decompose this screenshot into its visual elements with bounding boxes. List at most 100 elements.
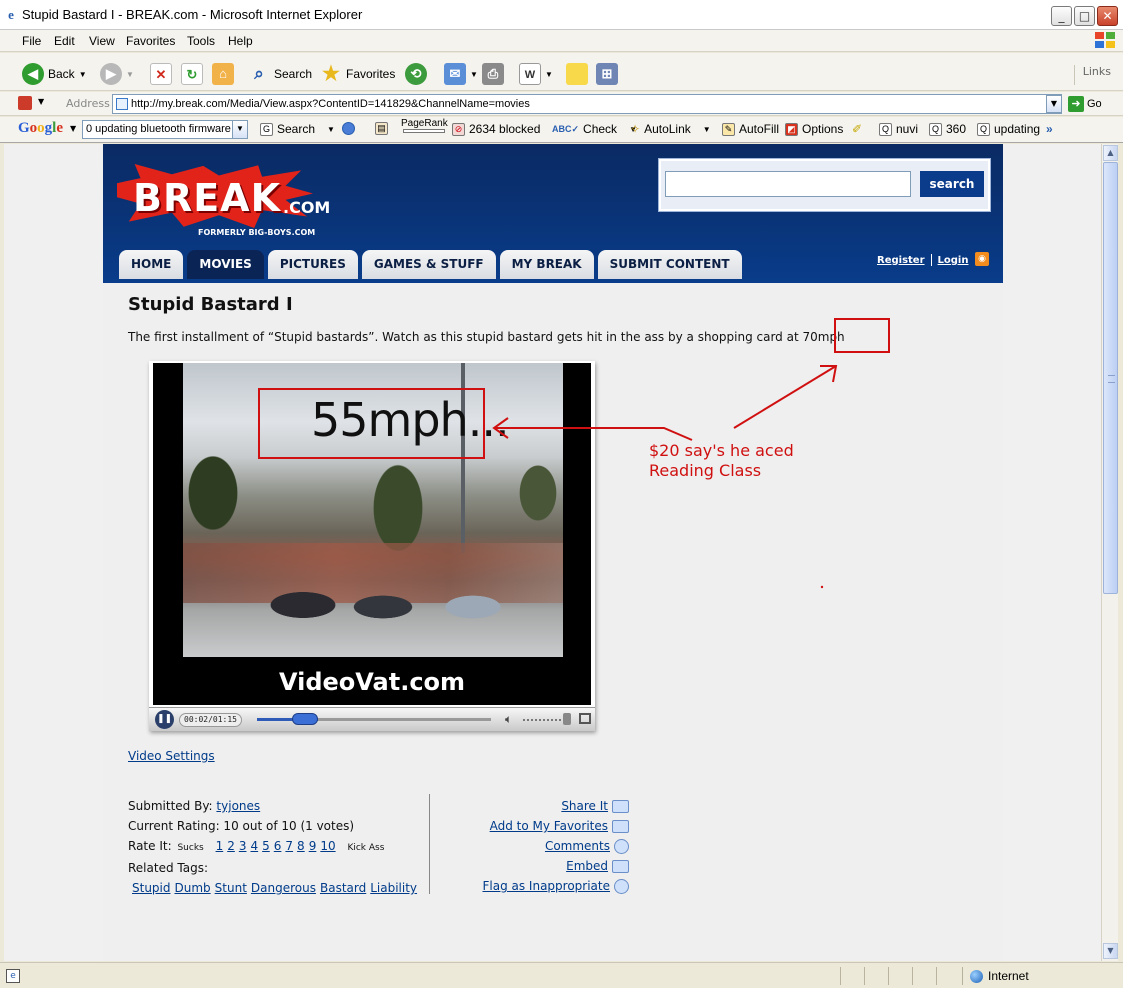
maximize-button[interactable]: □ [1074,6,1095,26]
rate-1[interactable]: 1 [216,839,224,853]
links-label[interactable]: Links [1073,65,1111,85]
break-logo[interactable]: BREAK [133,176,281,220]
close-button[interactable]: ✕ [1097,6,1118,26]
rate-2[interactable]: 2 [227,839,235,853]
magnifier-icon: ⌕ [254,64,264,83]
scroll-up-icon[interactable]: ▲ [1103,145,1118,161]
menu-favorites[interactable]: Favorites [126,34,175,48]
popup-blocker-button[interactable]: ⊘ 2634 blocked [452,122,540,136]
autolink-button[interactable]: ✧ AutoLink ▼ [630,122,711,136]
tab-submit-content[interactable]: SUBMIT CONTENT [597,250,742,279]
home-button[interactable]: ⌂ [212,63,234,85]
more-chevron-icon[interactable]: » [1046,122,1053,136]
menu-help[interactable]: Help [228,34,253,48]
mail-button[interactable]: ✉ ▼ [444,63,478,85]
highlighter-button[interactable]: ✐ [852,122,862,136]
tab-home[interactable]: HOME [119,250,184,279]
scroll-thumb[interactable] [1103,162,1118,594]
rate-9[interactable]: 9 [309,839,317,853]
vertical-scrollbar[interactable]: ▲ ▼ [1101,144,1118,961]
search-toolbar-button[interactable]: ⌕ Search [248,63,312,85]
spellcheck-button[interactable]: ABC✓ Check ▼ [552,122,637,136]
forward-button[interactable]: ▶ ▼ [100,63,134,85]
research-button[interactable]: ⊞ [596,63,618,85]
submitter-link[interactable]: tyjones [216,799,260,813]
google-logo[interactable]: Google [18,120,63,137]
term-360-button[interactable]: Q 360 [929,122,966,136]
scroll-down-icon[interactable]: ▼ [1103,943,1118,959]
address-dropdown-icon[interactable]: ▼ [1046,95,1062,113]
stop-button[interactable]: ✕ [150,63,172,85]
video-actions: Share It Add to My Favorites Comments Em… [431,796,629,896]
rate-5[interactable]: 5 [262,839,270,853]
google-site-search-button[interactable] [342,122,355,135]
rate-3[interactable]: 3 [239,839,247,853]
login-link[interactable]: Login [938,255,969,266]
address-bar: ▼ Address http://my.break.com/Media/View… [0,92,1123,116]
tab-my-break[interactable]: MY BREAK [499,250,594,279]
tag-link[interactable]: Stupid [132,881,171,895]
mail-dropdown-icon: ▼ [470,69,478,79]
rss-icon[interactable]: ◉ [975,252,989,266]
tag-link[interactable]: Bastard [320,881,366,895]
go-button[interactable]: ➜ Go [1068,96,1102,112]
page-tools-dropdown-icon[interactable]: ▼ [38,97,44,106]
tab-pictures[interactable]: PICTURES [267,250,358,279]
discuss-button[interactable] [566,63,588,85]
add-favorites-link[interactable]: Add to My Favorites [490,819,608,833]
flag-link[interactable]: Flag as Inappropriate [482,879,610,893]
refresh-button[interactable]: ↻ [181,63,203,85]
volume-handle[interactable] [563,713,571,725]
menu-tools[interactable]: Tools [187,34,215,48]
rate-10[interactable]: 10 [320,839,335,853]
tag-link[interactable]: Liability [370,881,417,895]
tab-movies[interactable]: MOVIES [187,250,264,279]
tag-link[interactable]: Dangerous [251,881,316,895]
comments-row: Comments [431,836,629,856]
register-link[interactable]: Register [877,255,925,266]
google-news-button[interactable]: ▤ [375,122,388,135]
google-search-button[interactable]: G Search ▼ [260,122,335,136]
seek-bar[interactable] [257,713,491,725]
pause-button[interactable]: ❚❚ [155,710,174,729]
minimize-button[interactable]: _ [1051,6,1072,26]
address-label: Address [66,97,110,110]
rate-7[interactable]: 7 [285,839,293,853]
google-search-dropdown-icon[interactable]: ▼ [232,121,247,138]
comments-link[interactable]: Comments [545,839,610,853]
site-search-input[interactable] [665,171,911,197]
address-input[interactable]: http://my.break.com/Media/View.aspx?Cont… [112,94,1062,114]
google-search-input[interactable]: 0 updating bluetooth firmware ▼ [82,120,248,139]
history-button[interactable]: ⟲ [405,63,427,85]
tag-link[interactable]: Stunt [215,881,247,895]
fullscreen-icon[interactable] [579,713,591,724]
page-tools-icon[interactable] [18,96,32,110]
rate-4[interactable]: 4 [250,839,258,853]
term-nuvi-button[interactable]: Q nuvi [879,122,918,136]
title-bar: e Stupid Bastard I - BREAK.com - Microso… [0,0,1123,30]
edit-button[interactable]: W ▼ [519,63,553,85]
rate-6[interactable]: 6 [274,839,282,853]
seek-handle[interactable] [291,713,318,725]
autofill-button[interactable]: ✎ AutoFill [722,122,779,136]
embed-link[interactable]: Embed [566,859,608,873]
menu-view[interactable]: View [89,34,115,48]
google-menu-dropdown-icon[interactable]: ▼ [70,124,76,133]
site-search-button[interactable]: search [920,171,984,197]
term-updating-button[interactable]: Q updating [977,122,1040,136]
share-link[interactable]: Share It [561,799,608,813]
volume-slider[interactable] [523,719,565,721]
note-icon [566,63,588,85]
tag-link[interactable]: Dumb [175,881,211,895]
rate-8[interactable]: 8 [297,839,305,853]
options-button[interactable]: ◩ Options [785,122,843,136]
video-settings-link[interactable]: Video Settings [128,749,215,763]
tab-games-and-stuff[interactable]: GAMES & STUFF [361,250,496,279]
menu-file[interactable]: File [22,34,41,48]
volume-icon[interactable]: 🔈︎ [505,712,512,727]
pagerank-meter: PageRank [401,118,448,133]
print-button[interactable]: ⎙ [482,63,504,85]
back-button[interactable]: ◀ Back ▼ [22,63,87,85]
menu-edit[interactable]: Edit [54,34,75,48]
favorites-toolbar-button[interactable]: ★ Favorites [320,63,395,85]
